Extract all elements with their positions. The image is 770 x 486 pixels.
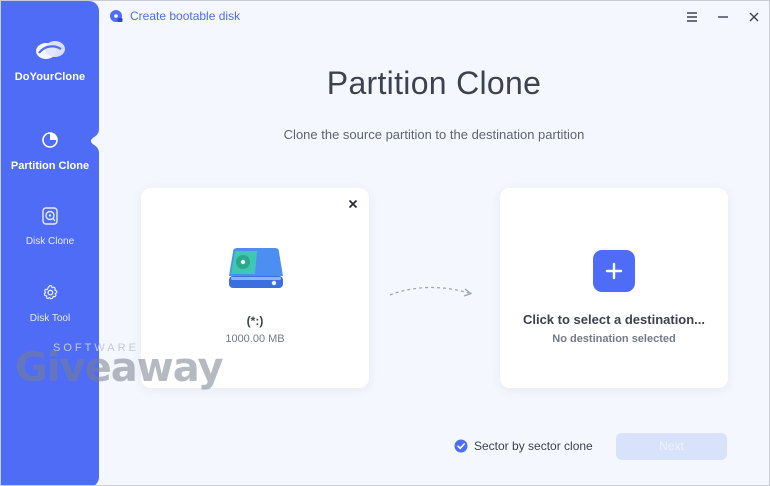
sidebar-item-disk-clone[interactable]: Disk Clone — [1, 206, 99, 247]
page-subtitle: Clone the source partition to the destin… — [283, 127, 585, 142]
sidebar: DoYourClone Partition Clone Disk Clone D… — [1, 1, 107, 485]
sector-by-sector-label: Sector by sector clone — [474, 439, 593, 453]
gear-icon — [43, 284, 58, 300]
source-partition-size: 1000.00 MB — [225, 333, 285, 345]
source-partition-name: (*:) — [246, 314, 264, 328]
menu-button[interactable] — [683, 8, 701, 26]
minimize-icon — [718, 16, 728, 18]
title-bar: Create bootable disk — [99, 1, 769, 33]
add-destination-button[interactable] — [593, 250, 635, 292]
destination-partition-card[interactable]: Click to select a destination... No dest… — [500, 188, 728, 388]
brand: DoYourClone — [1, 37, 99, 83]
menu-icon — [687, 12, 697, 22]
source-partition-card[interactable]: (*:) 1000.00 MB — [141, 188, 369, 388]
pie-chart-icon — [42, 132, 58, 148]
brand-name: DoYourClone — [14, 71, 86, 83]
next-button[interactable]: Next — [616, 433, 727, 460]
hard-drive-icon — [229, 248, 283, 288]
page-title: Partition Clone — [326, 65, 542, 101]
close-icon — [749, 12, 759, 22]
destination-prompt: Click to select a destination... — [522, 312, 706, 327]
create-bootable-disk-link[interactable]: Create bootable disk — [109, 9, 240, 23]
sidebar-item-partition-clone[interactable]: Partition Clone — [1, 130, 99, 172]
close-window-button[interactable] — [745, 8, 763, 26]
sidebar-item-disk-tool[interactable]: Disk Tool — [1, 283, 99, 324]
sidebar-item-label: Partition Clone — [10, 160, 90, 172]
checkbox-checked-icon[interactable] — [454, 439, 468, 453]
minimize-button[interactable] — [714, 8, 732, 26]
clone-direction-arrow-icon — [389, 286, 473, 297]
disk-clone-icon — [42, 207, 58, 225]
destination-status: No destination selected — [552, 333, 676, 345]
plus-icon — [605, 262, 623, 280]
remove-source-icon[interactable] — [347, 198, 359, 210]
sidebar-item-label: Disk Clone — [25, 236, 75, 247]
bootable-disk-icon — [110, 10, 123, 22]
sidebar-item-label: Disk Tool — [29, 313, 71, 324]
cloud-logo-icon — [36, 41, 65, 59]
sector-by-sector-checkbox[interactable]: Sector by sector clone — [454, 439, 593, 453]
app-window: DoYourClone Partition Clone Disk Clone D… — [0, 0, 770, 486]
create-bootable-disk-label: Create bootable disk — [130, 9, 241, 23]
